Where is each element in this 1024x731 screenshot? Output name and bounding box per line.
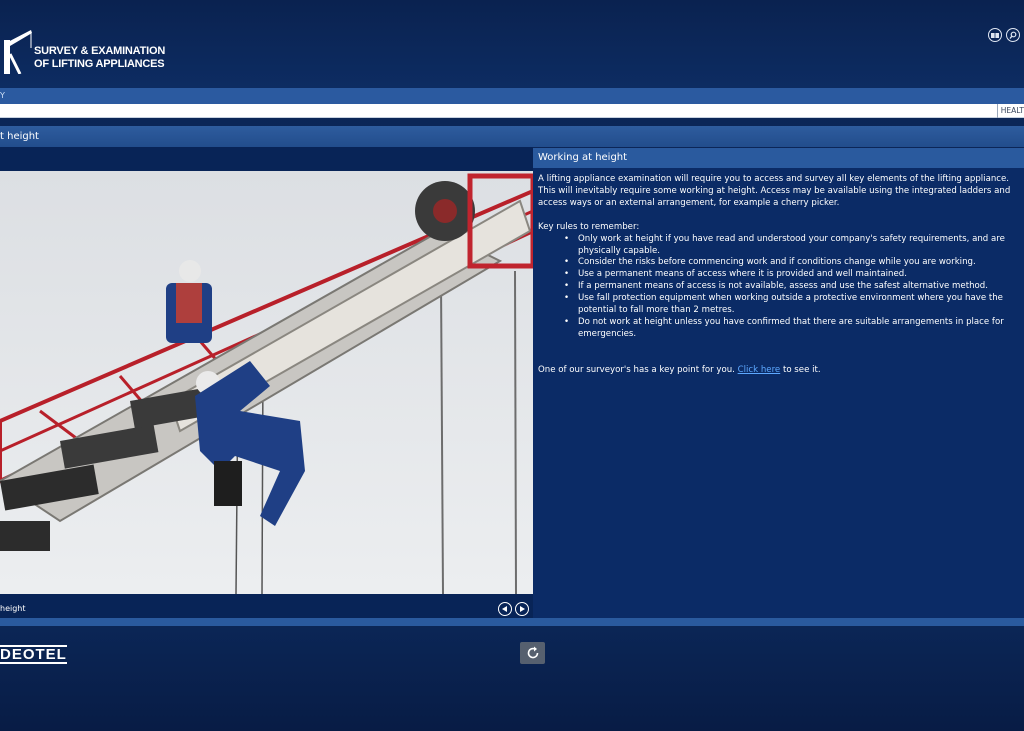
app-footer: DEOTEL [0, 626, 1024, 731]
book-icon[interactable] [988, 28, 1002, 42]
keypoint-text: One of our surveyor's has a key point fo… [538, 364, 821, 375]
menu-bar: HEALT [0, 104, 1024, 118]
click-here-link[interactable]: Click here [738, 365, 781, 375]
previous-button[interactable] [498, 602, 512, 616]
nav-bar: Y [0, 88, 1024, 104]
content-body: A lifting appliance examination will req… [533, 168, 1024, 618]
app-title: SURVEY & EXAMINATION OF LIFTING APPLIANC… [34, 45, 166, 70]
arrow-left-icon [502, 606, 507, 612]
media-nav [498, 602, 529, 616]
crane-photo [0, 171, 533, 594]
crane-logo-icon [4, 30, 32, 74]
divider [0, 618, 1024, 626]
page-title-bar: t height [0, 126, 1024, 147]
menu-item-health[interactable]: HEALT [996, 104, 1024, 118]
top-icon-group [988, 28, 1020, 42]
intro-paragraph: A lifting appliance examination will req… [538, 174, 1011, 208]
list-item: Do not work at height unless you have co… [564, 317, 1019, 341]
app-header: SURVEY & EXAMINATION OF LIFTING APPLIANC… [0, 0, 1024, 88]
nav-item[interactable]: Y [0, 88, 5, 104]
rules-list: Only work at height if you have read and… [564, 234, 1019, 341]
next-button[interactable] [515, 602, 529, 616]
list-item: Use a permanent means of access where it… [564, 269, 1019, 281]
search-icon[interactable] [1006, 28, 1020, 42]
rules-title: Key rules to remember: [538, 221, 640, 232]
content-heading: Working at height [533, 148, 1024, 168]
list-item: Use fall protection equipment when worki… [564, 293, 1019, 317]
list-item: If a permanent means of access is not av… [564, 281, 1019, 293]
media-caption: height [0, 604, 26, 613]
reload-button[interactable] [520, 642, 545, 664]
arrow-right-icon [520, 606, 525, 612]
page-title: t height [0, 131, 39, 142]
list-item: Consider the risks before commencing wor… [564, 257, 1019, 269]
list-item: Only work at height if you have read and… [564, 234, 1019, 258]
refresh-icon [527, 646, 538, 659]
brand-logo: DEOTEL [0, 645, 67, 664]
media-caption-bar: height [0, 600, 533, 618]
